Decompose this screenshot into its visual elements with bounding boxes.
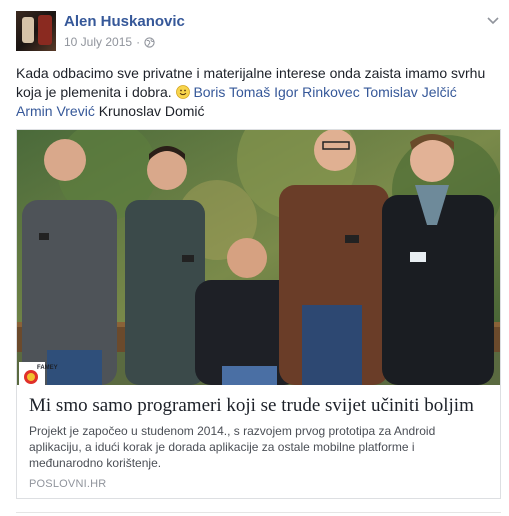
link-source: POSLOVNI.HR (29, 478, 107, 490)
post-date[interactable]: 10 July 2015 (64, 35, 132, 49)
link-description: Projekt je započeo u studenom 2014., s r… (29, 424, 436, 470)
globe-icon[interactable] (144, 36, 155, 48)
tag-link[interactable]: Igor Rinkovec (274, 84, 360, 100)
tag-link[interactable]: Tomislav Jelčić (363, 84, 456, 100)
link-title[interactable]: Mi smo samo programeri koji se trude svi… (29, 395, 499, 417)
tag-link[interactable]: Armin Vrević (16, 103, 95, 119)
author-avatar[interactable] (16, 11, 56, 51)
link-preview-image[interactable]: FAMEY (17, 130, 500, 385)
link-preview-card[interactable]: FAMEY Mi smo samo programeri koji se tru… (16, 129, 501, 499)
meta-separator: · (136, 35, 141, 49)
card-logo-text: FAMEY (37, 365, 58, 371)
author-name[interactable]: Alen Huskanovic (64, 13, 185, 30)
plain-name: Krunoslav Domić (98, 103, 205, 119)
tag-link[interactable]: Boris Tomaš (193, 84, 270, 100)
post-divider (16, 512, 501, 513)
smile-emoji-icon (175, 85, 190, 99)
post-text: Kada odbacimo sve privatne i materijalne… (16, 64, 496, 121)
post-meta: 10 July 2015 · (64, 35, 155, 49)
chevron-down-icon[interactable] (487, 14, 499, 26)
facebook-post: Alen Huskanovic 10 July 2015 · Kada odba… (0, 0, 509, 516)
